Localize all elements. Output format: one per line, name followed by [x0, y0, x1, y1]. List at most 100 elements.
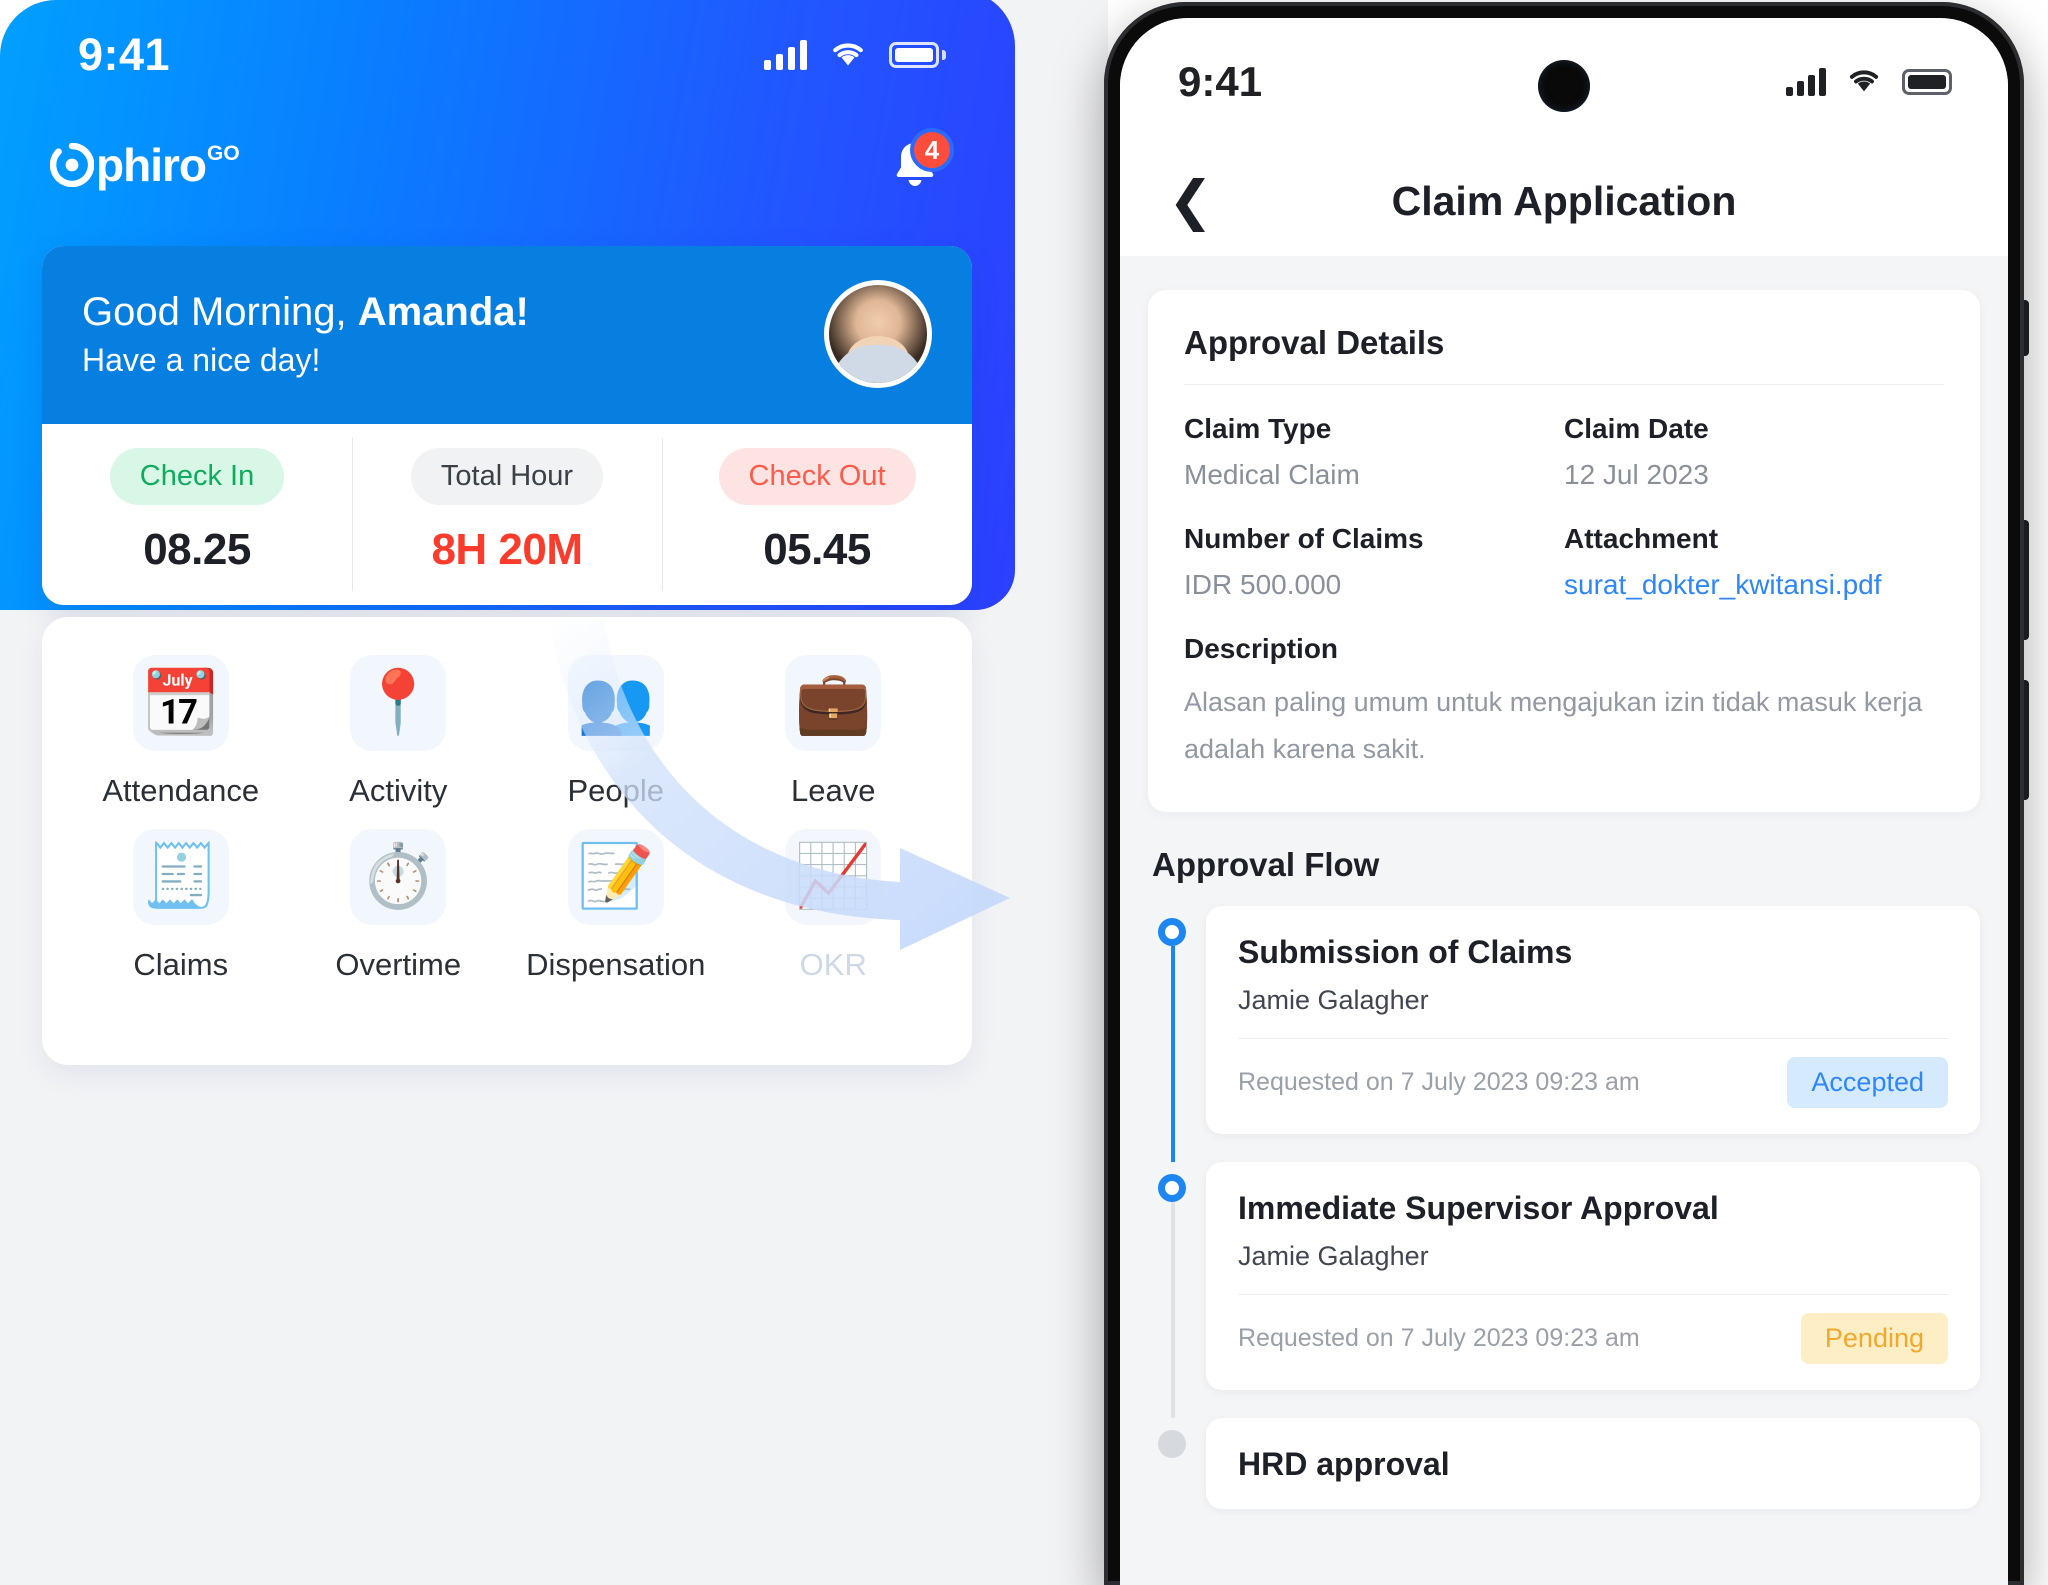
stat-total-hour[interactable]: Total Hour 8H 20M — [352, 424, 662, 605]
greeting-prefix: Good Morning, — [82, 289, 358, 334]
field-attachment: Attachment surat_dokter_kwitansi.pdf — [1564, 523, 1944, 601]
menu-item-claims[interactable]: 🧾 Claims — [72, 829, 290, 983]
menu-item-leave[interactable]: 💼 Leave — [725, 655, 943, 809]
menu-label-claims: Claims — [133, 947, 229, 982]
flow-step-requested: Requested on 7 July 2023 09:23 am — [1238, 1067, 1640, 1096]
greeting-name: Amanda! — [357, 289, 529, 334]
left-phone-mockup: 9:41 phiro GO 4 Good Morning, Amanda! Ha… — [0, 0, 1108, 1585]
timeline-dot-inactive — [1158, 1429, 1186, 1458]
wifi-icon — [1846, 66, 1882, 98]
description-label: Description — [1184, 633, 1339, 664]
phiro-logo[interactable]: phiro GO — [49, 139, 240, 191]
left-brand-bar: phiro GO 4 — [0, 120, 1008, 210]
menu-item-okr[interactable]: 📈 OKR — [725, 829, 943, 983]
cellular-signal-icon — [1786, 68, 1826, 96]
check-out-label: Check Out — [718, 448, 916, 505]
menu-label-dispensation: Dispensation — [526, 947, 706, 982]
front-camera-punchhole — [1538, 60, 1590, 112]
status-bar-icons — [1786, 66, 1952, 98]
right-phone-mockup: 9:41 ❮ Claim Application Approval Detail… — [1104, 0, 2048, 1585]
flow-step-person: Jamie Galagher — [1238, 984, 1429, 1015]
field-claim-date: Claim Date 12 Jul 2023 — [1564, 413, 1944, 491]
menu-label-overtime: Overtime — [335, 947, 462, 982]
divider — [1238, 1293, 1948, 1295]
flow-step-supervisor[interactable]: Immediate Supervisor Approval Jamie Gala… — [1158, 1161, 1980, 1418]
status-bar-time: 9:41 — [1178, 58, 1263, 105]
battery-full-icon — [889, 42, 946, 68]
quick-menu-grid: 📆 Attendance 📍 Activity 👥 People 💼 Leave… — [72, 655, 942, 983]
claim-application-navbar: ❮ Claim Application — [1120, 146, 2008, 256]
chevron-left-icon[interactable]: ❮ — [1168, 174, 1213, 228]
approval-flow-timeline: Submission of Claims Jamie Galagher Requ… — [1148, 905, 1980, 1509]
page-title: Claim Application — [1391, 177, 1737, 224]
divider — [1238, 1037, 1948, 1039]
menu-item-activity[interactable]: 📍 Activity — [290, 655, 508, 809]
menu-item-dispensation[interactable]: 📝 Dispensation — [507, 829, 725, 983]
stopwatch-icon: ⏱️ — [350, 829, 447, 925]
brand-superscript: GO — [206, 142, 240, 165]
flow-card[interactable]: HRD approval — [1206, 1417, 1980, 1509]
field-label: Claim Type — [1184, 413, 1332, 444]
status-bar-icons — [764, 39, 946, 72]
field-value: 12 Jul 2023 — [1564, 459, 1709, 490]
location-pin-icon: 📍 — [350, 655, 447, 751]
suitcase-icon: 💼 — [785, 655, 882, 751]
menu-item-overtime[interactable]: ⏱️ Overtime — [290, 829, 508, 983]
menu-item-attendance[interactable]: 📆 Attendance — [72, 655, 290, 809]
right-status-bar: 9:41 — [1120, 18, 2008, 146]
check-in-label: Check In — [109, 448, 285, 505]
flow-step-title: Submission of Claims — [1238, 933, 1573, 970]
phone-bezel: 9:41 ❮ Claim Application Approval Detail… — [1104, 2, 2024, 1585]
field-number-of-claims: Number of Claims IDR 500.000 — [1184, 523, 1564, 601]
approval-details-panel: Approval Details Claim Type Medical Clai… — [1148, 290, 1980, 812]
description-text: Alasan paling umum untuk mengajukan izin… — [1184, 687, 1923, 765]
flow-step-hrd[interactable]: HRD approval — [1158, 1417, 1980, 1509]
field-value: IDR 500.000 — [1184, 569, 1342, 600]
calendar-clock-icon: 📆 — [132, 655, 229, 751]
flow-card-footer: Requested on 7 July 2023 09:23 am Pendin… — [1238, 1312, 1948, 1364]
stat-check-in[interactable]: Check In 08.25 — [42, 424, 352, 605]
divider — [1184, 384, 1944, 385]
greeting-card-header: Good Morning, Amanda! Have a nice day! — [42, 246, 972, 424]
claim-application-body[interactable]: Approval Details Claim Type Medical Clai… — [1120, 256, 2008, 1585]
cellular-signal-icon — [764, 40, 807, 70]
approval-details-heading: Approval Details — [1184, 324, 1445, 361]
wifi-icon — [829, 39, 867, 72]
notification-button[interactable]: 4 — [884, 128, 954, 196]
flow-card[interactable]: Immediate Supervisor Approval Jamie Gala… — [1206, 1161, 1980, 1390]
field-claim-type: Claim Type Medical Claim — [1184, 413, 1564, 491]
phone-screen: 9:41 ❮ Claim Application Approval Detail… — [1120, 18, 2008, 1585]
attachment-link[interactable]: surat_dokter_kwitansi.pdf — [1564, 569, 1944, 601]
menu-item-people[interactable]: 👥 People — [507, 655, 725, 809]
flow-step-requested: Requested on 7 July 2023 09:23 am — [1238, 1323, 1640, 1352]
field-value: Medical Claim — [1184, 459, 1360, 490]
left-status-bar: 9:41 — [0, 0, 1008, 110]
flow-step-submission[interactable]: Submission of Claims Jamie Galagher Requ… — [1158, 905, 1980, 1162]
status-bar-time: 9:41 — [78, 29, 171, 80]
flow-card[interactable]: Submission of Claims Jamie Galagher Requ… — [1206, 905, 1980, 1134]
status-badge-accepted: Accepted — [1787, 1056, 1948, 1108]
menu-label-leave: Leave — [791, 773, 876, 808]
total-hour-value: 8H 20M — [431, 525, 583, 574]
screenshot-stage: 9:41 phiro GO 4 Good Morning, Amanda! Ha… — [0, 0, 2048, 1585]
battery-full-icon — [1902, 69, 1952, 95]
flow-card-footer: Requested on 7 July 2023 09:23 am Accept… — [1238, 1056, 1948, 1108]
status-badge-pending: Pending — [1800, 1312, 1948, 1364]
notification-badge: 4 — [910, 128, 954, 172]
people-icon: 👥 — [567, 655, 664, 751]
approval-flow-heading: Approval Flow — [1152, 845, 1380, 883]
menu-label-people: People — [567, 773, 665, 808]
stat-check-out[interactable]: Check Out 05.45 — [662, 424, 972, 605]
menu-label-activity: Activity — [349, 773, 448, 808]
greeting-line: Good Morning, Amanda! — [82, 289, 529, 336]
flow-step-title: Immediate Supervisor Approval — [1238, 1189, 1719, 1226]
user-avatar[interactable] — [824, 280, 932, 388]
field-label: Claim Date — [1564, 413, 1709, 444]
greeting-subtitle: Have a nice day! — [82, 342, 321, 379]
brand-name: phiro — [96, 139, 207, 191]
greeting-card: Good Morning, Amanda! Have a nice day! C… — [42, 246, 972, 605]
timeline-dot-active — [1158, 917, 1186, 946]
document-edit-icon: 📝 — [567, 829, 664, 925]
detail-row-2: Number of Claims IDR 500.000 Attachment … — [1184, 523, 1944, 601]
timeline-rail — [1171, 945, 1175, 1162]
